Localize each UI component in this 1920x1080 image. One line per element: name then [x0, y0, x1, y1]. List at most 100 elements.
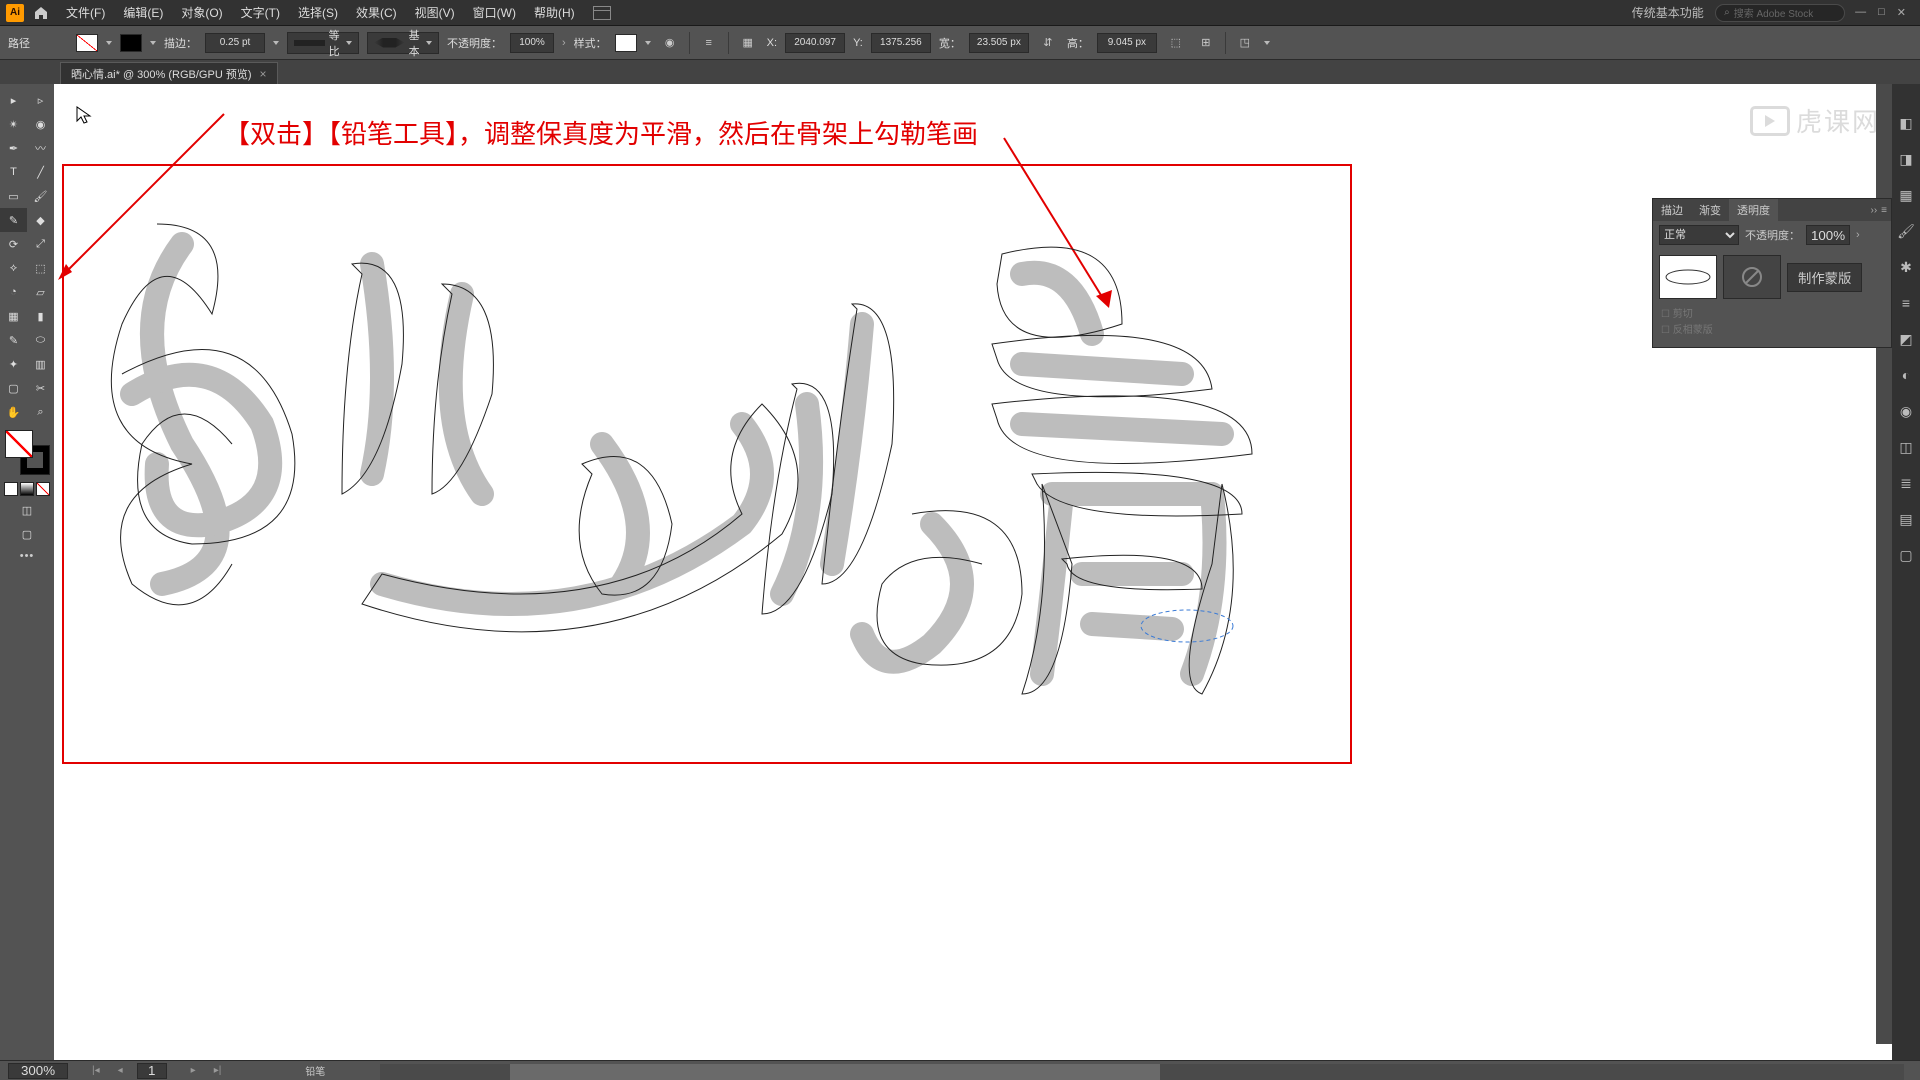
menu-type[interactable]: 文字(T) — [233, 0, 288, 25]
artboard-prev-button[interactable]: ◂ — [114, 1065, 127, 1076]
recolor-icon[interactable]: ◉ — [659, 32, 681, 54]
zoom-tool[interactable]: ⌕ — [27, 400, 54, 424]
tab-close-button[interactable]: × — [259, 67, 266, 81]
close-button[interactable]: ✕ — [1897, 6, 1906, 19]
color-mode-color[interactable] — [4, 482, 18, 496]
transform-anchor-icon[interactable]: ▦ — [737, 32, 759, 54]
rectangle-tool[interactable]: ▭ — [0, 184, 27, 208]
draw-mode-icon[interactable]: ◫ — [14, 498, 41, 522]
fill-box[interactable] — [5, 430, 33, 458]
menu-edit[interactable]: 编辑(E) — [115, 0, 171, 25]
h-input[interactable] — [1097, 33, 1157, 53]
align-icon[interactable]: ≡ — [698, 32, 720, 54]
width-tool[interactable]: ⟡ — [0, 256, 27, 280]
maximize-button[interactable]: □ — [1878, 6, 1885, 19]
pen-tool[interactable]: ✒ — [0, 136, 27, 160]
mask-thumb[interactable] — [1723, 255, 1781, 299]
isolate-icon[interactable]: ⊞ — [1195, 32, 1217, 54]
curvature-tool[interactable]: 〰 — [27, 136, 54, 160]
stroke-weight-input[interactable] — [205, 33, 265, 53]
hand-tool[interactable]: ✋ — [0, 400, 27, 424]
free-transform-tool[interactable]: ⬚ — [27, 256, 54, 280]
artboard-last-button[interactable]: ▸| — [210, 1065, 226, 1076]
x-input[interactable] — [785, 33, 845, 53]
panel-collapse-icon[interactable]: ›› — [1870, 205, 1877, 216]
panel-brushes-icon[interactable]: 🖌 — [1897, 222, 1915, 240]
gradient-tool[interactable]: ▮ — [27, 304, 54, 328]
panel-tab-stroke[interactable]: 描边 — [1653, 199, 1691, 221]
direct-selection-tool[interactable]: ▹ — [27, 88, 54, 112]
workspace-switcher[interactable]: 传统基本功能 — [1626, 4, 1713, 21]
panel-stroke-icon[interactable]: ≡ — [1897, 294, 1915, 312]
document-tab[interactable]: 晒心情.ai* @ 300% (RGB/GPU 预览) × — [60, 62, 278, 84]
horizontal-scrollbar[interactable] — [380, 1064, 1904, 1080]
panel-color-icon[interactable]: ◧ — [1897, 114, 1915, 132]
mesh-tool[interactable]: ▦ — [0, 304, 27, 328]
panel-opacity-input[interactable] — [1806, 225, 1850, 245]
minimize-button[interactable]: — — [1855, 6, 1866, 19]
shape-icon[interactable]: ⬚ — [1165, 32, 1187, 54]
brush-definition-dropdown[interactable]: 基本 — [367, 32, 439, 54]
artboard-first-button[interactable]: |◂ — [88, 1065, 104, 1076]
paintbrush-tool[interactable]: 🖌 — [27, 184, 54, 208]
menu-effect[interactable]: 效果(C) — [348, 0, 405, 25]
panel-assets-icon[interactable]: ▤ — [1897, 510, 1915, 528]
home-icon[interactable] — [32, 4, 50, 22]
panel-gradient-icon[interactable]: ◩ — [1897, 330, 1915, 348]
opacity-thumb[interactable] — [1659, 255, 1717, 299]
menu-object[interactable]: 对象(O) — [173, 0, 230, 25]
shape-builder-tool[interactable]: ◔ — [0, 280, 27, 304]
eraser-tool[interactable]: ◆ — [27, 208, 54, 232]
menu-window[interactable]: 窗口(W) — [465, 0, 524, 25]
eyedropper-tool[interactable]: ✎ — [0, 328, 27, 352]
panel-color-guide-icon[interactable]: ◨ — [1897, 150, 1915, 168]
canvas[interactable]: 【双击】【铅笔工具】，调整保真度为平滑，然后在骨架上勾勒笔画 — [54, 84, 1892, 1060]
panel-appearance-icon[interactable]: ◉ — [1897, 402, 1915, 420]
stroke-swatch[interactable] — [120, 34, 142, 52]
panel-tab-transparency[interactable]: 透明度 — [1729, 199, 1778, 221]
color-mode-gradient[interactable] — [20, 482, 34, 496]
fill-stroke-control[interactable] — [5, 430, 49, 474]
slice-tool[interactable]: ✂ — [27, 376, 54, 400]
panel-artboards-icon[interactable]: ▢ — [1897, 546, 1915, 564]
panel-graphic-styles-icon[interactable]: ◫ — [1897, 438, 1915, 456]
fill-swatch[interactable] — [76, 34, 98, 52]
graphic-style-swatch[interactable] — [615, 34, 637, 52]
screen-mode-icon[interactable]: ▢ — [14, 522, 41, 546]
stroke-profile-dropdown[interactable]: 等比 — [287, 32, 359, 54]
panel-transparency-icon[interactable]: ◐ — [1897, 366, 1915, 384]
artboard-number-input[interactable] — [137, 1063, 167, 1079]
make-mask-button[interactable]: 制作蒙版 — [1787, 263, 1862, 292]
magic-wand-tool[interactable]: ✴ — [0, 112, 27, 136]
edit-toolbar-button[interactable]: ••• — [0, 546, 54, 566]
blend-tool[interactable]: ⬭ — [27, 328, 54, 352]
panel-tab-gradient[interactable]: 渐变 — [1691, 199, 1729, 221]
menu-view[interactable]: 视图(V) — [407, 0, 463, 25]
link-wh-icon[interactable]: ⇵ — [1037, 32, 1059, 54]
menu-help[interactable]: 帮助(H) — [526, 0, 583, 25]
arrange-documents-icon[interactable] — [593, 6, 611, 20]
color-mode-none[interactable] — [36, 482, 50, 496]
panel-layers-icon[interactable]: ≣ — [1897, 474, 1915, 492]
lasso-tool[interactable]: ◉ — [27, 112, 54, 136]
opacity-input[interactable] — [510, 33, 554, 53]
menu-file[interactable]: 文件(F) — [58, 0, 113, 25]
line-tool[interactable]: ╱ — [27, 160, 54, 184]
type-tool[interactable]: T — [0, 160, 27, 184]
artboard-tool[interactable]: ▢ — [0, 376, 27, 400]
pencil-tool[interactable]: ✎ — [0, 208, 27, 232]
w-input[interactable] — [969, 33, 1029, 53]
panel-menu-icon[interactable]: ≡ — [1881, 205, 1887, 216]
zoom-level-input[interactable] — [8, 1063, 68, 1079]
rotate-tool[interactable]: ⟳ — [0, 232, 27, 256]
selection-tool[interactable]: ▸ — [0, 88, 27, 112]
artboard-next-button[interactable]: ▸ — [187, 1065, 200, 1076]
search-input[interactable]: ⌕ 搜索 Adobe Stock — [1715, 4, 1845, 22]
graph-tool[interactable]: ▥ — [27, 352, 54, 376]
symbol-sprayer-tool[interactable]: ✦ — [0, 352, 27, 376]
panel-symbols-icon[interactable]: ✱ — [1897, 258, 1915, 276]
perspective-tool[interactable]: ▱ — [27, 280, 54, 304]
menu-select[interactable]: 选择(S) — [290, 0, 346, 25]
y-input[interactable] — [871, 33, 931, 53]
panel-swatches-icon[interactable]: ▦ — [1897, 186, 1915, 204]
